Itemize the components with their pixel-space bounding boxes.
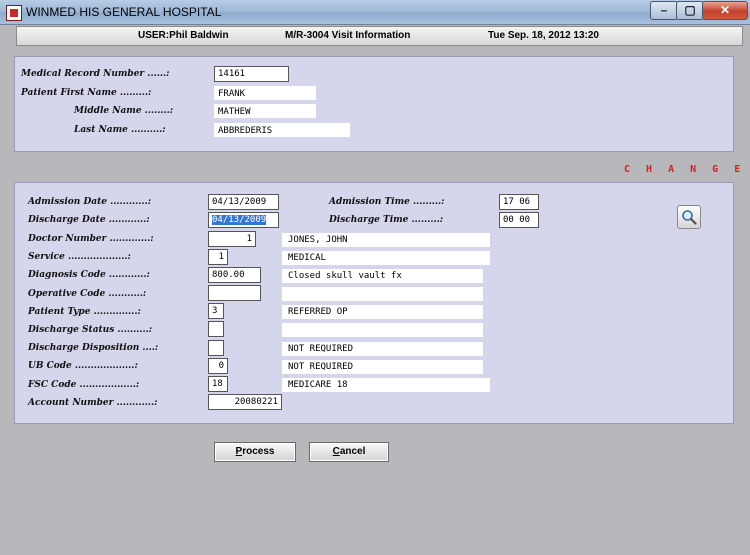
- first-name-field[interactable]: FRANK: [214, 86, 316, 100]
- admission-date-field[interactable]: 04/13/2009: [208, 194, 279, 210]
- window-titlebar[interactable]: WINMED HIS GENERAL HOSPITAL – ▢ ✕: [0, 0, 750, 25]
- mode-indicator: C H A N G E: [624, 164, 746, 175]
- mrn-field[interactable]: 14161: [214, 66, 289, 82]
- discharge-date-label: Discharge Date ............:: [28, 215, 150, 225]
- admission-date-label: Admission Date ............:: [28, 197, 152, 207]
- discharge-status-label: Discharge Status ..........:: [28, 325, 153, 335]
- diagnosis-label: Diagnosis Code ............:: [28, 270, 150, 280]
- patient-type-field[interactable]: 3: [208, 303, 224, 319]
- account-label: Account Number ............:: [28, 398, 158, 408]
- middle-name-field[interactable]: MATHEW: [214, 104, 316, 118]
- service-description: MEDICAL: [282, 251, 490, 265]
- discharge-disposition-label: Discharge Disposition ....:: [28, 343, 159, 353]
- mrn-label: Medical Record Number ......:: [21, 69, 170, 79]
- discharge-date-field[interactable]: 04/13/2009: [208, 212, 279, 228]
- user-label: USER:Phil Baldwin: [138, 30, 229, 41]
- fsc-code-description: MEDICARE 18: [282, 378, 490, 392]
- status-header: USER:Phil Baldwin M/R-3004 Visit Informa…: [16, 26, 743, 46]
- doctor-label: Doctor Number .............:: [28, 234, 154, 244]
- discharge-disposition-field[interactable]: [208, 340, 224, 356]
- patient-type-description: REFERRED OP: [282, 305, 483, 319]
- patient-panel: Medical Record Number ......: 14161 Pati…: [14, 56, 734, 152]
- window-title: WINMED HIS GENERAL HOSPITAL: [26, 5, 222, 19]
- ub-code-label: UB Code ...................:: [28, 361, 138, 371]
- operative-label: Operative Code ...........:: [28, 289, 147, 299]
- operative-description: [282, 287, 483, 301]
- app-icon[interactable]: [6, 5, 22, 21]
- discharge-date-value: 04/13/2009: [212, 215, 267, 225]
- discharge-disposition-description: NOT REQUIRED: [282, 342, 483, 356]
- ub-code-description: NOT REQUIRED: [282, 360, 483, 374]
- ub-code-field[interactable]: 0: [208, 358, 228, 374]
- process-button[interactable]: Process: [214, 442, 296, 462]
- cancel-hotkey: C: [332, 446, 340, 457]
- discharge-time-label: Discharge Time .........:: [329, 215, 444, 225]
- discharge-status-field[interactable]: [208, 321, 224, 337]
- doctor-description: JONES, JOHN: [282, 233, 490, 247]
- service-label: Service ...................:: [28, 252, 131, 262]
- visit-panel: Admission Date ............: 04/13/2009 …: [14, 182, 734, 424]
- operative-field[interactable]: [208, 285, 261, 301]
- last-name-field[interactable]: ABBREDERIS: [214, 123, 350, 137]
- minimize-button[interactable]: –: [650, 1, 678, 20]
- search-button[interactable]: [677, 205, 701, 229]
- patient-type-label: Patient Type ..............:: [28, 307, 141, 317]
- first-name-label: Patient First Name .........:: [21, 88, 152, 98]
- magnifier-icon: [682, 210, 697, 225]
- account-field[interactable]: 20080221: [208, 394, 282, 410]
- diagnosis-field[interactable]: 800.00: [208, 267, 261, 283]
- screen-label: M/R-3004 Visit Information: [285, 30, 411, 41]
- fsc-code-label: FSC Code ..................:: [28, 380, 140, 390]
- datetime-label: Tue Sep. 18, 2012 13:20: [488, 30, 599, 41]
- maximize-button[interactable]: ▢: [676, 1, 704, 20]
- doctor-field[interactable]: 1: [208, 231, 256, 247]
- middle-name-label: Middle Name ........:: [74, 106, 174, 116]
- cancel-button[interactable]: Cancel: [309, 442, 389, 462]
- admission-time-label: Admission Time .........:: [329, 197, 445, 207]
- last-name-label: Last Name ..........:: [74, 125, 166, 135]
- discharge-time-field[interactable]: 00 00: [499, 212, 539, 228]
- cancel-label: ancel: [339, 446, 366, 457]
- admission-time-field[interactable]: 17 06: [499, 194, 539, 210]
- fsc-code-field[interactable]: 18: [208, 376, 228, 392]
- discharge-status-description: [282, 323, 483, 337]
- close-button[interactable]: ✕: [702, 1, 748, 20]
- service-field[interactable]: 1: [208, 249, 228, 265]
- diagnosis-description: Closed skull vault fx: [282, 269, 483, 283]
- process-label: rocess: [242, 446, 275, 457]
